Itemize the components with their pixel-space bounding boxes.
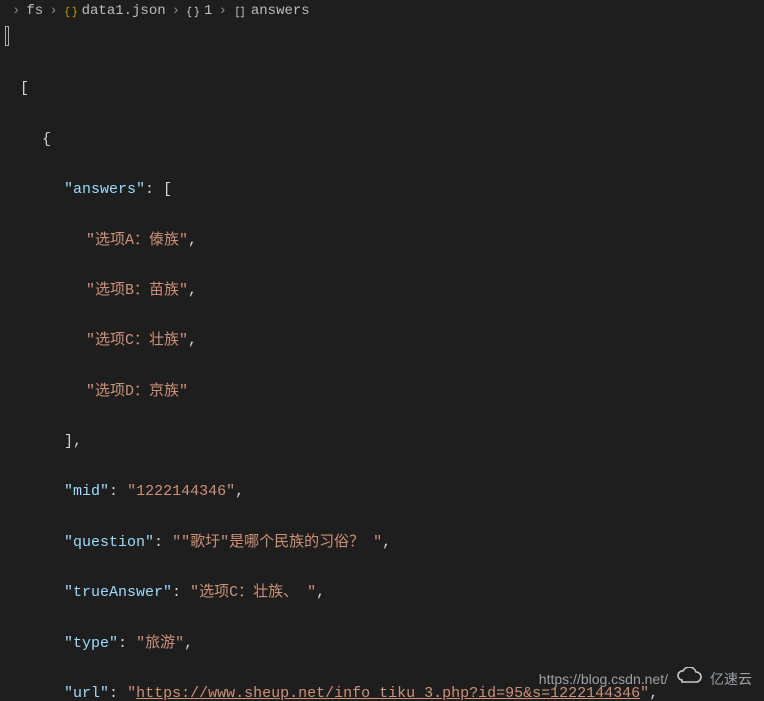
- json-string: 选项C：壮族: [95, 332, 179, 349]
- json-key: mid: [73, 483, 100, 500]
- json-key: type: [73, 635, 109, 652]
- json-string: 选项C：壮族、: [199, 584, 298, 601]
- breadcrumb-file[interactable]: data1.json: [82, 0, 166, 24]
- watermark-brand: 亿速云: [710, 668, 752, 692]
- json-string: 选项A：傣族: [95, 232, 179, 249]
- breadcrumb-fs[interactable]: fs: [26, 0, 43, 24]
- breadcrumb-sep: ›: [212, 0, 232, 24]
- json-array-icon: [233, 5, 247, 19]
- breadcrumb: › fs › data1.json › 1 › answers: [0, 0, 764, 24]
- breadcrumb-sep: ›: [166, 0, 186, 24]
- breadcrumb-sep: ›: [43, 0, 63, 24]
- breadcrumb-index[interactable]: 1: [204, 0, 212, 24]
- json-string: 1222144346: [136, 483, 226, 500]
- json-string: "歌圩"是哪个民族的习俗？: [181, 534, 364, 551]
- json-string: 选项B：苗族: [95, 282, 179, 299]
- json-key: question: [73, 534, 145, 551]
- json-braces-icon: [64, 5, 78, 19]
- breadcrumb-key[interactable]: answers: [251, 0, 310, 24]
- watermark-url: https://blog.csdn.net/: [539, 668, 668, 692]
- watermark: https://blog.csdn.net/ 亿速云: [539, 667, 752, 693]
- editor-content[interactable]: [ { "answers": [ "选项A：傣族", "选项B：苗族", "选项…: [0, 24, 764, 701]
- json-string: 选项D：京族: [95, 383, 179, 400]
- json-key: answers: [73, 181, 136, 198]
- cursor: [5, 26, 9, 46]
- cloud-icon: [674, 667, 704, 693]
- json-key: trueAnswer: [73, 584, 163, 601]
- json-string: 旅游: [145, 635, 175, 652]
- breadcrumb-sep: ›: [6, 0, 26, 24]
- json-key: url: [73, 685, 100, 701]
- json-braces-icon: [186, 5, 200, 19]
